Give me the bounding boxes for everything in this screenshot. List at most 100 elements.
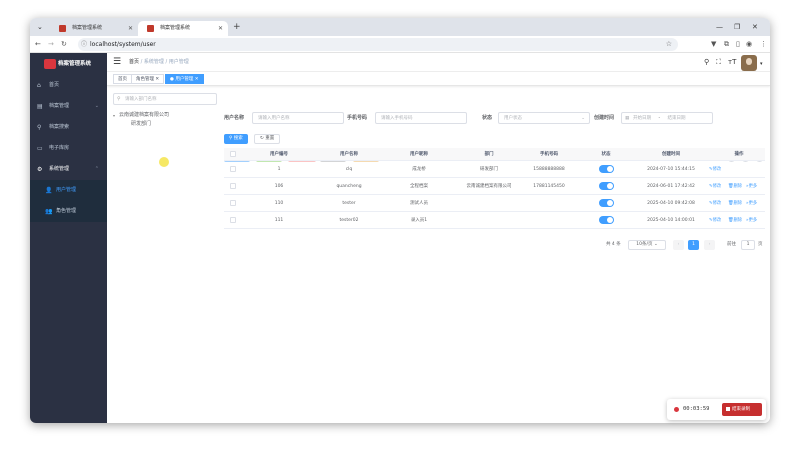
home-icon: ⌂ bbox=[37, 82, 41, 89]
puzzle-icon[interactable]: ⧉ bbox=[724, 38, 729, 51]
font-size-icon[interactable]: ᴛT bbox=[728, 57, 736, 67]
back-icon[interactable]: ← bbox=[35, 38, 41, 51]
sidebar-item-archive-search[interactable]: ⚲ 档案搜索 bbox=[30, 117, 107, 138]
sidepanel-icon[interactable]: ▯ bbox=[736, 38, 740, 51]
more-link[interactable]: »更多 bbox=[746, 178, 757, 195]
browser-tab-1[interactable]: 档案管理系统 ✕ bbox=[50, 21, 138, 36]
sidebar-item-warehouse[interactable]: ▭ 电子库房 bbox=[30, 138, 107, 159]
row-checkbox[interactable] bbox=[230, 166, 236, 172]
edit-link[interactable]: ✎修改 bbox=[709, 178, 721, 195]
sidebar-item-roles[interactable]: 👥 角色管理 bbox=[30, 201, 107, 222]
breadcrumb-item[interactable]: 首页 bbox=[129, 59, 139, 65]
reload-icon[interactable]: ↻ bbox=[61, 38, 67, 51]
minimize-icon[interactable]: — bbox=[716, 21, 723, 33]
column-header: 创建时间 bbox=[662, 152, 680, 157]
page-number[interactable]: 1 bbox=[688, 240, 699, 250]
new-tab-button[interactable]: + bbox=[233, 20, 241, 35]
edit-link[interactable]: ✎修改 bbox=[709, 161, 721, 178]
tree-node-root[interactable]: ▾ 云南诚建档案有限公司 bbox=[113, 111, 217, 120]
status-switch[interactable] bbox=[599, 165, 614, 173]
dept-search-input[interactable]: ⚲ 请输入部门名称 bbox=[113, 93, 217, 105]
start-date-placeholder: 开始日期 bbox=[633, 116, 651, 121]
more-link[interactable]: »更多 bbox=[746, 212, 757, 229]
bookmark-star-icon[interactable]: ☆ bbox=[666, 38, 672, 51]
recording-dot-icon bbox=[674, 407, 679, 412]
tag-roles[interactable]: 角色管理 ✕ bbox=[131, 74, 165, 84]
forward-icon[interactable]: → bbox=[48, 38, 54, 51]
sidebar-item-label: 档案搜索 bbox=[49, 124, 70, 130]
more-link[interactable]: »更多 bbox=[746, 195, 757, 212]
avatar[interactable] bbox=[741, 55, 757, 71]
cell-phone: 17881145450 bbox=[533, 184, 565, 189]
caret-down-icon[interactable]: ▾ bbox=[113, 111, 115, 120]
url-field[interactable]: ⓘ localhost/system/user ☆ bbox=[78, 38, 678, 51]
tab-title: 档案管理系统 bbox=[72, 25, 103, 31]
caret-down-icon[interactable]: ▾ bbox=[760, 59, 763, 69]
column-header: 状态 bbox=[601, 152, 611, 157]
sidebar-item-system[interactable]: ⚙ 系统管理 ⌃ bbox=[30, 159, 107, 180]
op-label: 更多 bbox=[748, 218, 758, 223]
sidebar-item-archive[interactable]: ▤ 档案管理 ⌄ bbox=[30, 96, 107, 117]
status-switch[interactable] bbox=[599, 199, 614, 207]
delete-link[interactable]: 🗑删除 bbox=[728, 195, 742, 212]
extension-icon[interactable]: ▼ bbox=[711, 38, 716, 51]
table-row[interactable]: 111 tester02 录入员1 2025-04-10 14:00:01 ✎修… bbox=[224, 212, 765, 229]
sidebar-item-users[interactable]: 👤 用户管理 bbox=[30, 180, 107, 201]
delete-link[interactable]: 🗑删除 bbox=[728, 212, 742, 229]
prev-page-button[interactable]: ‹ bbox=[673, 240, 684, 250]
stop-recording-button[interactable]: 结束录制 bbox=[722, 403, 762, 416]
table-row[interactable]: 1 clq 成龙桥 研发部门 15888888888 2024-07-10 15… bbox=[224, 161, 765, 178]
op-label: 修改 bbox=[712, 201, 722, 206]
breadcrumb: 首页 / 系统管理 / 用户管理 bbox=[129, 59, 189, 65]
row-checkbox[interactable] bbox=[230, 217, 236, 223]
status-select[interactable]: 用户状态 ⌄ bbox=[498, 112, 590, 124]
username-input[interactable]: 请输入用户名称 bbox=[252, 112, 344, 124]
kebab-menu-icon[interactable]: ⋮ bbox=[760, 38, 767, 51]
profile-icon[interactable]: ◉ bbox=[746, 38, 752, 51]
cell-user-id: 106 bbox=[274, 184, 284, 189]
close-tab-icon[interactable]: ✕ bbox=[128, 21, 133, 36]
breadcrumb-item: 用户管理 bbox=[168, 59, 189, 65]
navbar: ☰ 首页 / 系统管理 / 用户管理 ⚲ ⛶ ᴛT ▾ bbox=[107, 53, 770, 72]
date-range-picker[interactable]: ▦ 开始日期 - 结束日期 bbox=[621, 112, 713, 124]
select-all-checkbox[interactable] bbox=[230, 151, 236, 157]
chevron-down-icon: ⌄ bbox=[94, 103, 99, 109]
maximize-icon[interactable]: ❐ bbox=[734, 21, 740, 33]
close-window-icon[interactable]: ✕ bbox=[752, 21, 758, 33]
reset-button[interactable]: ↻ 重置 bbox=[254, 134, 281, 144]
favicon-icon bbox=[59, 25, 66, 32]
tag-users[interactable]: ● 用户管理 ✕ bbox=[165, 74, 204, 84]
phone-input[interactable]: 请输入手机号码 bbox=[375, 112, 467, 124]
tag-home[interactable]: 首页 bbox=[113, 74, 132, 84]
user-table: 用户编号 用户名称 用户昵称 部门 手机号码 状态 创建时间 操作 1 clq … bbox=[224, 148, 765, 229]
status-switch[interactable] bbox=[599, 216, 614, 224]
hamburger-icon[interactable]: ☰ bbox=[113, 56, 121, 68]
sidebar-item-label: 首页 bbox=[49, 82, 60, 88]
screen-recorder-widget: 00:03:59 结束录制 bbox=[667, 399, 766, 420]
page-size-select[interactable]: 10条/页 ⌄ bbox=[628, 240, 666, 250]
close-tab-icon[interactable]: ✕ bbox=[218, 21, 223, 36]
search-button[interactable]: ⚲ 搜索 bbox=[224, 134, 248, 144]
row-checkbox[interactable] bbox=[230, 183, 236, 189]
tree-node-label: 云南诚建档案有限公司 bbox=[119, 112, 170, 118]
search-icon[interactable]: ⚲ bbox=[704, 57, 709, 67]
delete-link[interactable]: 🗑删除 bbox=[728, 178, 742, 195]
tab-list-icon[interactable]: ⌄ bbox=[37, 21, 43, 33]
table-row[interactable]: 110 tester 测试人员 2025-04-10 09:42:08 ✎修改 … bbox=[224, 195, 765, 212]
edit-link[interactable]: ✎修改 bbox=[709, 212, 721, 229]
edit-link[interactable]: ✎修改 bbox=[709, 195, 721, 212]
goto-page-input[interactable]: 1 bbox=[741, 240, 755, 250]
dept-search-placeholder: 请输入部门名称 bbox=[125, 97, 157, 102]
status-switch[interactable] bbox=[599, 182, 614, 190]
site-info-icon[interactable]: ⓘ bbox=[81, 38, 87, 51]
next-page-button[interactable]: › bbox=[704, 240, 715, 250]
row-checkbox[interactable] bbox=[230, 200, 236, 206]
column-header: 部门 bbox=[484, 152, 494, 157]
cell-nickname: 测试人员 bbox=[410, 201, 428, 206]
calendar-icon: ▦ bbox=[625, 116, 630, 121]
sidebar-item-home[interactable]: ⌂ 首页 bbox=[30, 75, 107, 96]
table-row[interactable]: 106 quancheng 全程档案 云南诚建档案有限公司 1788114545… bbox=[224, 178, 765, 195]
tree-node-child[interactable]: 研发部门 bbox=[113, 120, 217, 129]
fullscreen-icon[interactable]: ⛶ bbox=[716, 57, 721, 67]
browser-tab-2[interactable]: 档案管理系统 ✕ bbox=[138, 21, 228, 36]
